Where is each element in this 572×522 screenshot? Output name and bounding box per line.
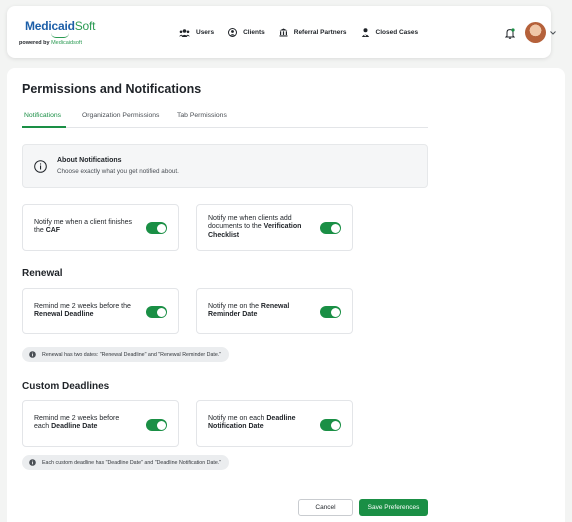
option-card-deadline-date: Remind me 2 weeks before each Deadline D…: [22, 400, 179, 447]
tab-notifications[interactable]: Notifications: [24, 112, 61, 119]
toggle-renewal-reminder[interactable]: [320, 306, 341, 318]
nav-referral-partners[interactable]: Referral Partners: [279, 28, 347, 37]
section-title-renewal: Renewal: [22, 268, 63, 279]
toggle-renewal-deadline[interactable]: [146, 306, 167, 318]
toggle-verification[interactable]: [320, 222, 341, 234]
page-title: Permissions and Notifications: [22, 82, 202, 96]
nav-clients-label: Clients: [243, 29, 265, 36]
option-card-renewal-deadline: Remind me 2 weeks before the Renewal Dea…: [22, 288, 179, 334]
option-label: Remind me 2 weeks before each Deadline D…: [34, 415, 120, 431]
custom-note-text: Each custom deadline has "Deadline Date"…: [42, 459, 222, 466]
nav-users-label: Users: [196, 29, 215, 36]
tab-tab-permissions[interactable]: Tab Permissions: [177, 112, 227, 119]
option-label: Notify me when clients add documents to …: [208, 215, 302, 239]
toggle-caf[interactable]: [146, 222, 167, 234]
powered-brand: Medicaidsoft: [51, 40, 82, 46]
option-card-caf: Notify me when a client finishes the CAF: [22, 204, 179, 251]
main-nav: Users Clients Referral Partners Closed C…: [179, 28, 432, 37]
users-icon: [179, 28, 190, 37]
info-icon: [29, 351, 36, 358]
about-notifications-box: About Notifications Choose exactly what …: [22, 144, 428, 188]
about-subtitle: Choose exactly what you get notified abo…: [57, 168, 179, 175]
clients-icon: [228, 28, 238, 37]
option-label: Notify me on the Renewal Reminder Date: [208, 303, 290, 319]
option-label: Notify me on each Deadline Notification …: [208, 415, 296, 431]
nav-clients[interactable]: Clients: [228, 28, 265, 37]
logo-swoosh: [51, 33, 69, 38]
nav-users[interactable]: Users: [179, 28, 215, 37]
avatar[interactable]: [525, 22, 546, 43]
nav-closed-cases-label: Closed Cases: [375, 29, 419, 36]
option-label: Remind me 2 weeks before the Renewal Dea…: [34, 303, 131, 319]
renewal-note: Renewal has two dates: "Renewal Deadline…: [22, 347, 230, 362]
active-tab-indicator: [22, 126, 66, 128]
toggle-deadline-date[interactable]: [146, 419, 167, 431]
user-check-icon: [361, 28, 369, 37]
powered-by: powered by Medicaidsoft: [19, 40, 82, 46]
bell-icon[interactable]: [505, 28, 515, 39]
tab-organization-permissions[interactable]: Organization Permissions: [82, 112, 159, 119]
custom-deadline-note: Each custom deadline has "Deadline Date"…: [22, 455, 230, 470]
save-preferences-button[interactable]: Save Preferences: [359, 499, 428, 516]
nav-closed-cases[interactable]: Closed Cases: [361, 28, 419, 37]
nav-referral-partners-label: Referral Partners: [293, 29, 347, 36]
info-icon: [34, 160, 47, 173]
option-card-deadline-notification: Notify me on each Deadline Notification …: [196, 400, 353, 447]
bank-icon: [279, 28, 288, 37]
logo-accent-text: Soft: [74, 19, 96, 33]
option-card-renewal-reminder: Notify me on the Renewal Reminder Date: [196, 288, 353, 334]
chevron-down-icon[interactable]: [550, 31, 556, 35]
powered-prefix: powered by: [19, 40, 52, 46]
option-card-verification: Notify me when clients add documents to …: [196, 204, 353, 251]
option-label: Notify me when a client finishes the CAF: [34, 219, 133, 235]
logo[interactable]: MedicaidSoft: [25, 19, 96, 38]
tab-bar: Notifications Organization Permissions T…: [22, 112, 428, 128]
toggle-deadline-notification[interactable]: [320, 419, 341, 431]
info-icon: [29, 459, 36, 466]
cancel-button[interactable]: Cancel: [298, 499, 353, 516]
top-header: MedicaidSoft powered by Medicaidsoft Use…: [7, 6, 556, 58]
about-title: About Notifications: [57, 157, 122, 164]
section-title-custom-deadlines: Custom Deadlines: [22, 381, 110, 392]
logo-main-text: Medicaid: [25, 19, 75, 33]
renewal-note-text: Renewal has two dates: "Renewal Deadline…: [42, 351, 222, 358]
